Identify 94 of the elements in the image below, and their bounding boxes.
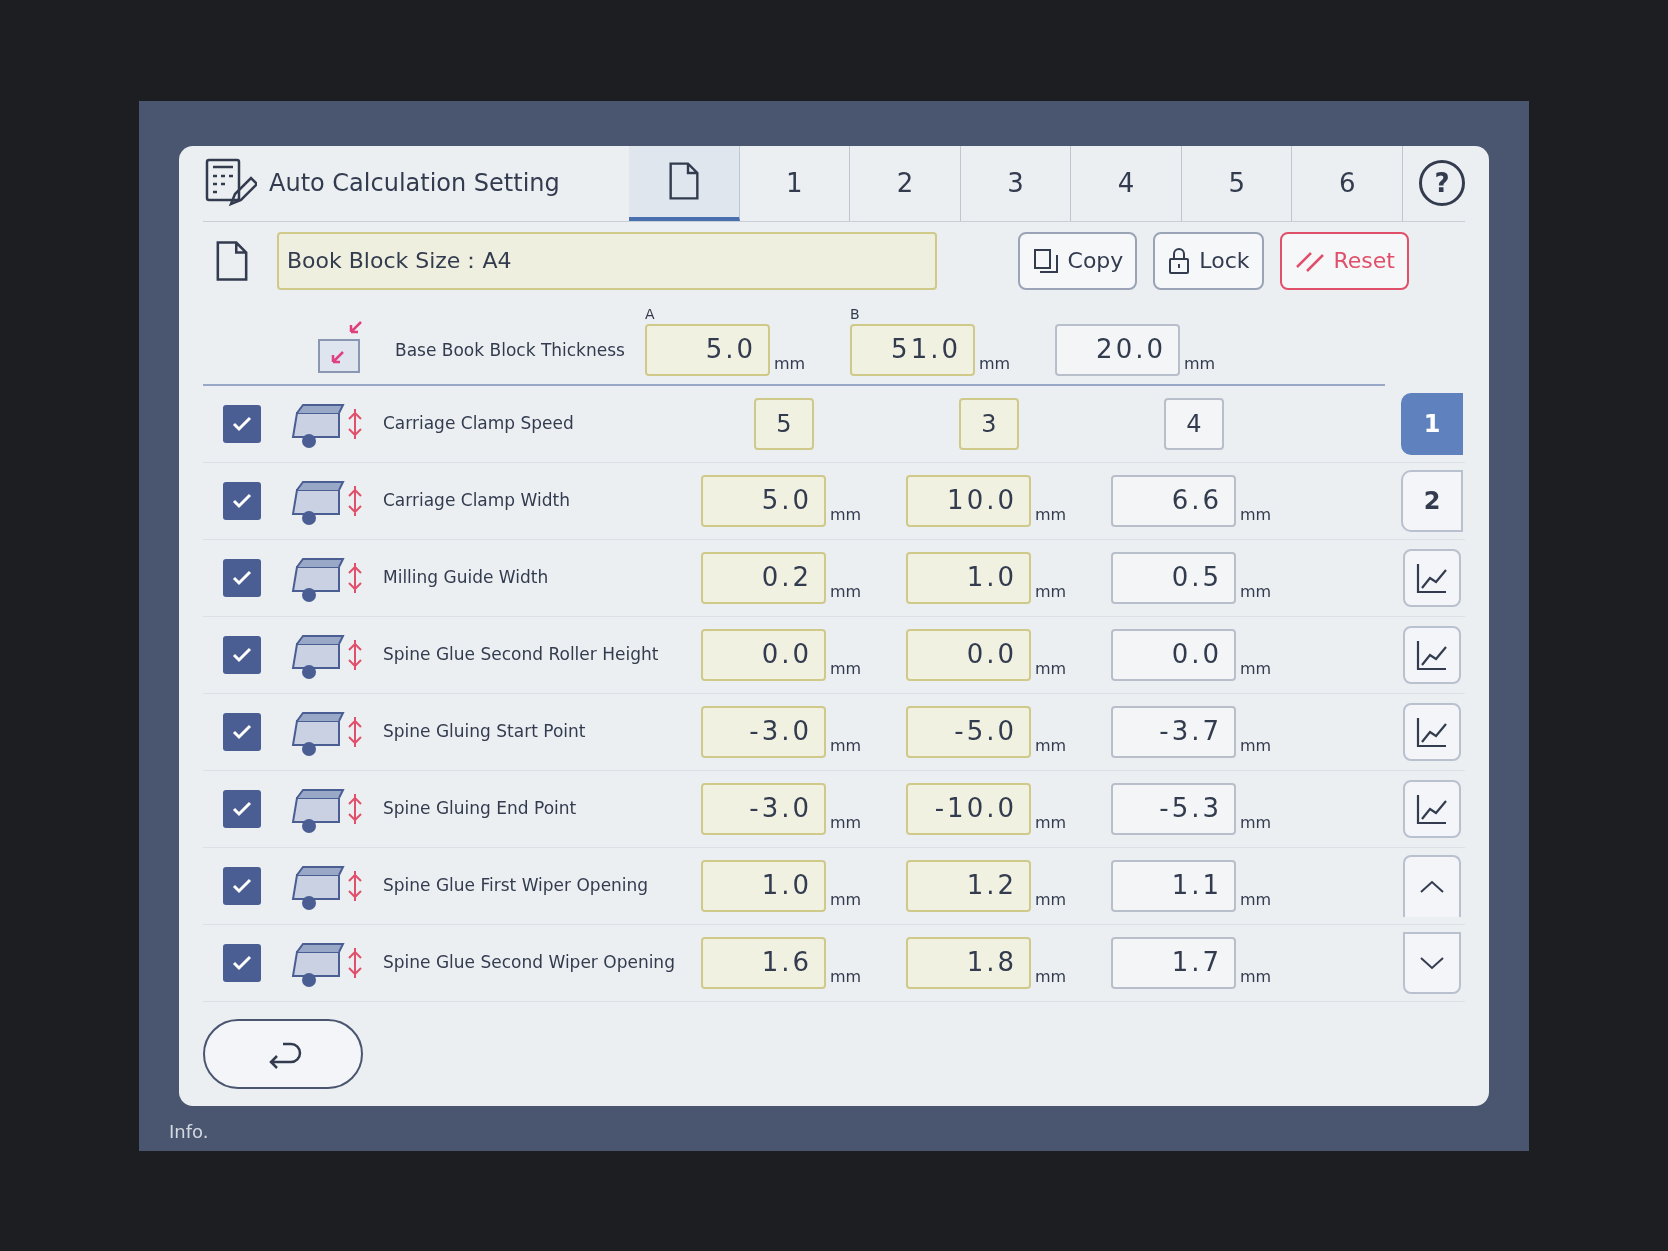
row-label: Spine Glue Second Roller Height [383, 642, 660, 666]
row-label: Spine Gluing End Point [383, 796, 578, 820]
unit-label: mm [1184, 352, 1216, 375]
value-field[interactable]: 1.2 [906, 859, 1031, 912]
column-heading: B [850, 304, 861, 324]
value-field[interactable]: 0.0 [701, 628, 826, 681]
unit-label: mm [1035, 734, 1067, 757]
value-field[interactable]: 20.0 [1055, 323, 1180, 376]
value-field[interactable]: 0.5 [1111, 551, 1236, 604]
unit-label: mm [1240, 657, 1272, 680]
copy-icon [1031, 246, 1060, 275]
value-field[interactable]: 3 [959, 397, 1019, 450]
value-field[interactable]: -5.3 [1111, 782, 1236, 835]
status-label: Info. [169, 1119, 209, 1144]
unit-label: mm [1240, 580, 1272, 603]
value-field[interactable]: 0.0 [906, 628, 1031, 681]
value-field[interactable]: 10.0 [906, 474, 1031, 527]
value-field[interactable]: 1.1 [1111, 859, 1236, 912]
unit-label: mm [830, 503, 862, 526]
tab[interactable]: 3 [960, 145, 1072, 221]
unit-label: mm [1240, 965, 1272, 988]
tab[interactable]: 2 [850, 145, 961, 221]
unit-label: mm [1035, 811, 1067, 834]
value-field[interactable]: -3.0 [701, 782, 826, 835]
column-heading: A [645, 304, 656, 324]
lock-button[interactable]: Lock [1153, 231, 1264, 290]
unit-label: mm [830, 811, 862, 834]
unit-label: mm [1035, 580, 1067, 603]
row-label: Milling Guide Width [383, 565, 550, 589]
value-field[interactable]: 1.8 [906, 936, 1031, 989]
value-field[interactable]: -10.0 [906, 782, 1031, 835]
reset-button[interactable]: Reset [1279, 231, 1409, 290]
document-icon [666, 161, 701, 201]
unit-label: mm [1035, 888, 1067, 911]
page-tab[interactable]: 1 [1401, 392, 1463, 455]
value-field[interactable]: 1.0 [701, 859, 826, 912]
value-field[interactable]: -3.0 [701, 705, 826, 758]
row-label: Carriage Clamp Speed [383, 411, 575, 435]
chart-button[interactable] [1403, 702, 1461, 761]
chart-button[interactable] [1403, 625, 1461, 684]
checkbox[interactable] [223, 712, 261, 751]
unit-label: mm [1035, 965, 1067, 988]
tab[interactable]: 1 [739, 145, 851, 221]
tab[interactable] [629, 145, 740, 221]
checkbox[interactable] [223, 481, 261, 520]
value-field[interactable]: 0.0 [1111, 628, 1236, 681]
unit-label: mm [774, 352, 806, 375]
chart-button[interactable] [1403, 548, 1461, 607]
help-button[interactable]: ? [1419, 160, 1465, 206]
value-field[interactable]: 5.0 [645, 323, 770, 376]
value-field[interactable]: 4 [1164, 397, 1224, 450]
value-field[interactable]: 0.2 [701, 551, 826, 604]
checkbox[interactable] [223, 866, 261, 905]
dialog-title: Auto Calculation Setting [269, 168, 561, 199]
value-field[interactable]: -3.7 [1111, 705, 1236, 758]
unit-label: mm [1035, 503, 1067, 526]
thickness-label: Base Book Block Thickness [395, 339, 626, 362]
unit-label: mm [1240, 811, 1272, 834]
name-field[interactable]: Book Block Size：A4 [277, 231, 937, 290]
value-field[interactable]: -5.0 [906, 705, 1031, 758]
row-label: Spine Glue First Wiper Opening [383, 873, 650, 897]
unit-label: mm [979, 352, 1011, 375]
value-field[interactable]: 1.6 [701, 936, 826, 989]
page-tab[interactable]: 2 [1401, 469, 1463, 532]
row-label: Spine Gluing Start Point [383, 719, 587, 743]
row-label: Carriage Clamp Width [383, 488, 571, 512]
tab[interactable]: 4 [1071, 145, 1182, 221]
checkbox[interactable] [223, 404, 261, 443]
value-field[interactable]: 6.6 [1111, 474, 1236, 527]
copy-button[interactable]: Copy [1017, 231, 1138, 290]
unit-label: mm [830, 580, 862, 603]
value-field[interactable]: 1.7 [1111, 936, 1236, 989]
unit-label: mm [830, 965, 862, 988]
tab[interactable]: 5 [1181, 145, 1293, 221]
checkbox[interactable] [223, 635, 261, 674]
lock-icon [1167, 246, 1192, 275]
unit-label: mm [1240, 888, 1272, 911]
unit-label: mm [830, 657, 862, 680]
value-field[interactable]: 51.0 [850, 323, 975, 376]
document-icon [215, 238, 249, 283]
value-field[interactable]: 5.0 [701, 474, 826, 527]
unit-label: mm [1240, 503, 1272, 526]
unit-label: mm [830, 734, 862, 757]
value-field[interactable]: 1.0 [906, 551, 1031, 604]
checkbox[interactable] [223, 789, 261, 828]
row-label: Spine Glue Second Wiper Opening [383, 950, 676, 974]
unit-label: mm [830, 888, 862, 911]
unit-label: mm [1240, 734, 1272, 757]
unit-label: mm [1035, 657, 1067, 680]
value-field[interactable]: 5 [754, 397, 814, 450]
checkbox[interactable] [223, 943, 261, 982]
checkbox[interactable] [223, 558, 261, 597]
tab[interactable]: 6 [1292, 145, 1404, 221]
chart-button[interactable] [1403, 779, 1461, 838]
